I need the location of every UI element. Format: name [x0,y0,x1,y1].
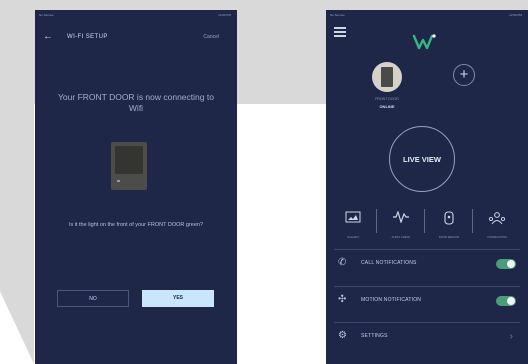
live-view-button[interactable]: LIVE VIEW [389,126,455,192]
cancel-button[interactable]: Cancel [203,34,219,40]
door-sensor-label: DOOR SENSOR [438,236,460,239]
device-status: ONLINE [379,104,395,109]
status-time: 12:00 PM [509,13,522,17]
motion-notification-row[interactable]: ✣ MOTION NOTIFICATION [334,286,520,315]
call-notifications-toggle[interactable] [496,259,516,269]
feature-shortcuts: GALLERY AUDIO CHECK DOOR SENSOR CONNECTI… [331,203,523,247]
status-bar: No Service 12:00 PM [326,12,528,20]
wifi-setup-screen: No Service 12:00 PM ← WI-FI SETUP Cancel… [35,10,237,364]
brand-logo-icon [412,34,436,50]
settings-label: SETTINGS [361,333,388,339]
device-avatar[interactable] [372,62,402,92]
gallery-icon [345,211,361,223]
status-carrier: No Service [39,13,54,17]
connections-icon [488,212,506,225]
status-bar: No Service 12:00 PM [35,12,237,20]
no-button[interactable]: NO [57,290,129,307]
call-notifications-row[interactable]: ✆ CALL NOTIFICATIONS [334,249,520,278]
motion-notification-toggle[interactable] [496,296,516,306]
connecting-message: Your FRONT DOOR is now connecting to Wif… [58,92,214,113]
header: ← WI-FI SETUP Cancel [35,30,237,48]
device-led [117,180,120,182]
settings-row[interactable]: ⚙ SETTINGS › [334,322,520,351]
status-carrier: No Service [330,13,345,17]
door-sensor-icon [444,211,454,225]
audio-check-label: AUDIO CHECK [391,236,411,239]
motion-notification-label: MOTION NOTIFICATION [361,297,422,303]
gear-icon: ⚙ [338,330,347,341]
led-question: Is it the light on the front of your FRO… [68,222,204,228]
phone-icon: ✆ [338,257,347,268]
divider [376,209,377,233]
add-device-button[interactable]: + [453,64,475,86]
background-diagonal [0,0,34,364]
page-title: WI-FI SETUP [67,34,108,40]
audio-check-icon [393,211,409,223]
back-arrow-icon[interactable]: ← [43,31,53,42]
device-name: FRONT DOOR [375,97,399,101]
doorbell-device-image [111,142,147,190]
doorbell-thumbnail-icon [381,67,393,87]
connections-button[interactable]: CONNECTIONS [475,203,519,247]
divider [424,209,425,233]
divider [472,209,473,233]
connections-label: CONNECTIONS [487,236,507,239]
device-home-screen: No Service 12:00 PM + FRONT DOOR ONLINE … [326,10,528,364]
yes-button[interactable]: YES [142,290,214,307]
gallery-label: GALLERY [346,236,360,239]
hamburger-menu-icon[interactable] [334,27,346,37]
status-time: 12:00 PM [218,13,231,17]
audio-check-button[interactable]: AUDIO CHECK [379,203,423,247]
device-screen [115,146,143,174]
chevron-right-icon: › [509,331,513,342]
motion-icon: ✣ [338,294,347,305]
door-sensor-button[interactable]: DOOR SENSOR [427,203,471,247]
call-notifications-label: CALL NOTIFICATIONS [361,260,417,266]
gallery-button[interactable]: GALLERY [331,203,375,247]
